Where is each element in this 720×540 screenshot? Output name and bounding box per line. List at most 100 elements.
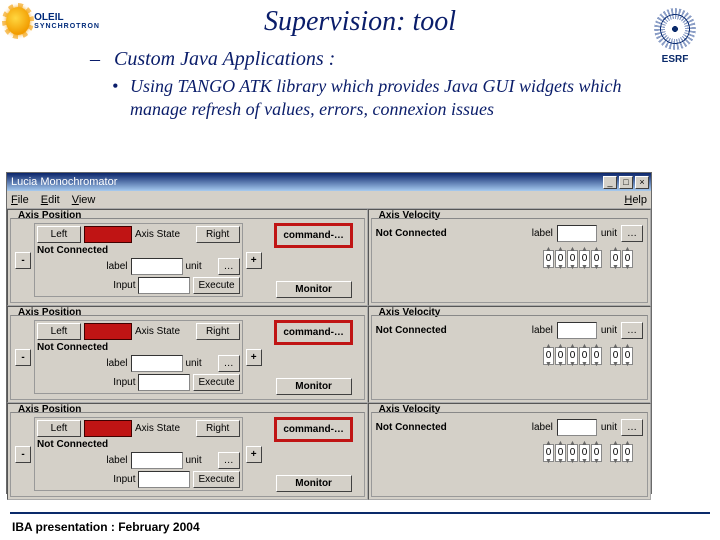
execute-button[interactable]: Execute bbox=[193, 374, 239, 391]
digit[interactable]: 0 bbox=[591, 250, 602, 268]
vel-unit: unit bbox=[601, 422, 617, 433]
vel-label: label bbox=[532, 228, 553, 239]
digit[interactable]: 0 bbox=[579, 250, 590, 268]
digit[interactable]: 0 bbox=[567, 250, 578, 268]
vel-dots-button[interactable]: … bbox=[621, 322, 643, 339]
input-text: Input bbox=[113, 377, 135, 388]
digit[interactable]: 0 bbox=[579, 444, 590, 462]
axis-state-label: Axis State bbox=[135, 423, 180, 434]
label-input[interactable] bbox=[131, 452, 183, 469]
axis-position-panel: Axis Position - Left Axis State Right bbox=[7, 209, 368, 306]
axis-state-indicator bbox=[84, 420, 132, 437]
command-button[interactable]: command-… bbox=[274, 320, 353, 345]
minimize-button[interactable]: _ bbox=[603, 176, 617, 189]
digit[interactable]: 0 bbox=[567, 444, 578, 462]
menu-view[interactable]: View bbox=[72, 194, 96, 206]
digit[interactable]: 0 bbox=[622, 250, 633, 268]
vel-unit: unit bbox=[601, 228, 617, 239]
input-field[interactable] bbox=[138, 277, 190, 294]
logo-soleil: OLEIL SYNCHROTRON bbox=[6, 4, 100, 38]
menu-file[interactable]: File bbox=[11, 194, 29, 206]
vel-label-input[interactable] bbox=[557, 322, 597, 339]
axis-velocity-panel: Axis Velocity Not Connected label unit …… bbox=[368, 306, 651, 403]
label-text: label bbox=[106, 455, 127, 466]
unit-text: unit bbox=[186, 261, 202, 272]
digit-spinner[interactable]: 0 0 0 0 0 0 0 bbox=[376, 444, 633, 462]
not-connected-label: Not Connected bbox=[37, 439, 108, 450]
left-button[interactable]: Left bbox=[37, 226, 81, 243]
digit[interactable]: 0 bbox=[567, 347, 578, 365]
titlebar[interactable]: Lucia Monochromator _ □ × bbox=[7, 173, 651, 191]
vel-label: label bbox=[532, 325, 553, 336]
right-button[interactable]: Right bbox=[196, 226, 240, 243]
digit[interactable]: 0 bbox=[555, 250, 566, 268]
input-text: Input bbox=[113, 280, 135, 291]
digit-spinner[interactable]: 0 0 0 0 0 0 0 bbox=[376, 250, 633, 268]
minus-button[interactable]: - bbox=[15, 446, 31, 463]
dots-button[interactable]: … bbox=[218, 355, 240, 372]
digit-spinner[interactable]: 0 0 0 0 0 0 0 bbox=[376, 347, 633, 365]
monitor-button[interactable]: Monitor bbox=[276, 378, 352, 395]
command-button[interactable]: command-… bbox=[274, 417, 353, 442]
right-button[interactable]: Right bbox=[196, 323, 240, 340]
label-text: label bbox=[106, 358, 127, 369]
left-button[interactable]: Left bbox=[37, 420, 81, 437]
label-text: label bbox=[106, 261, 127, 272]
plus-button[interactable]: + bbox=[246, 252, 262, 269]
sun-icon bbox=[6, 7, 30, 35]
dots-button[interactable]: … bbox=[218, 452, 240, 469]
monitor-button[interactable]: Monitor bbox=[276, 475, 352, 492]
digit[interactable]: 0 bbox=[543, 444, 554, 462]
digit[interactable]: 0 bbox=[622, 347, 633, 365]
digit[interactable]: 0 bbox=[543, 250, 554, 268]
vel-label: label bbox=[532, 422, 553, 433]
plus-button[interactable]: + bbox=[246, 349, 262, 366]
monitor-button[interactable]: Monitor bbox=[276, 281, 352, 298]
dots-button[interactable]: … bbox=[218, 258, 240, 275]
input-field[interactable] bbox=[138, 471, 190, 488]
vel-label-input[interactable] bbox=[557, 419, 597, 436]
right-button[interactable]: Right bbox=[196, 420, 240, 437]
window-title: Lucia Monochromator bbox=[11, 176, 117, 188]
maximize-button[interactable]: □ bbox=[619, 176, 633, 189]
digit[interactable]: 0 bbox=[555, 347, 566, 365]
vel-dots-button[interactable]: … bbox=[621, 225, 643, 242]
not-connected-label: Not Connected bbox=[37, 342, 108, 353]
left-button[interactable]: Left bbox=[37, 323, 81, 340]
bullet-level1: Custom Java Applications : bbox=[90, 48, 680, 71]
input-field[interactable] bbox=[138, 374, 190, 391]
command-button[interactable]: command-… bbox=[274, 223, 353, 248]
menubar: File Edit View Help bbox=[7, 191, 651, 209]
digit[interactable]: 0 bbox=[555, 444, 566, 462]
execute-button[interactable]: Execute bbox=[193, 471, 239, 488]
digit[interactable]: 0 bbox=[579, 347, 590, 365]
logo-left-text: OLEIL SYNCHROTRON bbox=[34, 13, 100, 30]
axis-position-panel: Axis Position - Left Axis State Right bbox=[7, 306, 368, 403]
digit[interactable]: 0 bbox=[591, 347, 602, 365]
label-input[interactable] bbox=[131, 258, 183, 275]
digit[interactable]: 0 bbox=[610, 347, 621, 365]
vel-unit: unit bbox=[601, 325, 617, 336]
bullet-level2: Using TANGO ATK library which provides J… bbox=[90, 75, 680, 120]
digit[interactable]: 0 bbox=[610, 444, 621, 462]
esrf-ring-icon bbox=[652, 6, 698, 52]
axis-state-indicator bbox=[84, 323, 132, 340]
digit[interactable]: 0 bbox=[543, 347, 554, 365]
bullet-list: Custom Java Applications : Using TANGO A… bbox=[90, 48, 680, 120]
plus-button[interactable]: + bbox=[246, 446, 262, 463]
digit[interactable]: 0 bbox=[610, 250, 621, 268]
digit[interactable]: 0 bbox=[622, 444, 633, 462]
digit[interactable]: 0 bbox=[591, 444, 602, 462]
label-input[interactable] bbox=[131, 355, 183, 372]
vel-not-connected: Not Connected bbox=[376, 422, 447, 433]
execute-button[interactable]: Execute bbox=[193, 277, 239, 294]
menu-help[interactable]: Help bbox=[624, 194, 647, 206]
minus-button[interactable]: - bbox=[15, 349, 31, 366]
menu-edit[interactable]: Edit bbox=[41, 194, 60, 206]
vel-dots-button[interactable]: … bbox=[621, 419, 643, 436]
minus-button[interactable]: - bbox=[15, 252, 31, 269]
close-button[interactable]: × bbox=[635, 176, 649, 189]
input-text: Input bbox=[113, 474, 135, 485]
axis-state-label: Axis State bbox=[135, 229, 180, 240]
vel-label-input[interactable] bbox=[557, 225, 597, 242]
